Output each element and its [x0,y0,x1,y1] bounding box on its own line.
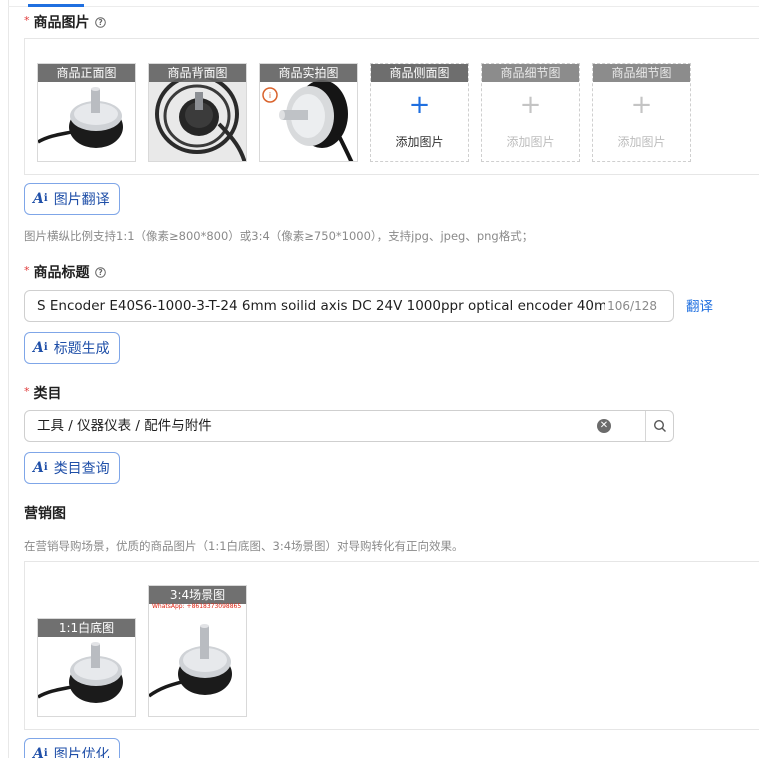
clear-icon[interactable]: ✕ [597,419,611,433]
category-select[interactable]: 工具 / 仪器仪表 / 配件与附件 ✕ [24,410,674,442]
ai-icon: Ai [33,340,48,356]
slot-title: 3:4场景图 [149,586,246,604]
image-slot-detail-1[interactable]: 商品细节图 + 添加图片 [481,63,580,162]
marketing-slot-portrait[interactable]: 3:4场景图 WhatsApp: +8618373098865 [148,585,247,717]
image-optimize-button[interactable]: Ai 图片优化 [24,738,120,758]
plus-icon: + [519,90,542,120]
marketing-panel: 1:1白底图 3:4场景图 WhatsApp: +8618373098865 [24,561,759,730]
help-icon[interactable]: ? [94,16,106,28]
ai-icon: Ai [33,191,48,207]
active-tab-indicator [28,4,84,7]
image-slot-back[interactable]: 商品背面图 [148,63,247,162]
svg-text:?: ? [98,18,102,27]
category-query-button[interactable]: Ai 类目查询 [24,452,120,484]
title-label-text: 商品标题 [33,265,90,281]
plus-icon: + [408,90,431,120]
marketing-hint: 在营销导购场景，优质的商品图片（1:1白底图、3:4场景图）对导购转化有正向效果… [24,539,464,553]
add-image-label: 添加图片 [395,135,444,149]
images-label: * 商品图片 ? [24,12,106,32]
svg-text:i: i [269,91,271,100]
add-image-label: 添加图片 [617,135,666,149]
slot-title: 商品正面图 [38,64,135,82]
marketing-slot-square[interactable]: 1:1白底图 [37,618,136,717]
help-icon[interactable]: ? [94,266,106,278]
slot-title: 商品实拍图 [260,64,357,82]
marketing-label-text: 营销图 [24,506,66,522]
title-input-value: S Encoder E40S6-1000-3-T-24 6mm soilid a… [37,298,605,314]
watermark-text: WhatsApp: +8618373098865 [152,603,242,610]
category-label-text: 类目 [33,386,62,402]
category-label: * 类目 [24,383,62,403]
translate-link[interactable]: 翻译 [686,295,713,315]
title-char-counter: 106/128 [607,299,657,313]
tab-bar-line [8,6,759,7]
plus-icon: + [630,90,653,120]
title-label: * 商品标题 ? [24,262,106,282]
ai-icon: Ai [33,460,48,476]
required-mark: * [24,13,30,27]
slot-title: 商品侧面图 [371,64,468,82]
marketing-label: 营销图 [24,503,66,523]
slot-title: 商品细节图 [482,64,579,82]
image-slot-front[interactable]: 商品正面图 [37,63,136,162]
add-image-label: 添加图片 [506,135,555,149]
image-translate-label: 图片翻译 [53,192,110,208]
images-panel: 商品正面图 商品背面图 i 商品实拍图 商品侧面图 + 添加图片 商品细节图 +… [24,38,759,175]
slot-title: 1:1白底图 [38,619,135,637]
slot-title: 商品细节图 [593,64,690,82]
slot-title: 商品背面图 [149,64,246,82]
image-slot-real[interactable]: i 商品实拍图 [259,63,358,162]
image-slot-detail-2[interactable]: 商品细节图 + 添加图片 [592,63,691,162]
category-value: 工具 / 仪器仪表 / 配件与附件 [37,418,212,434]
ai-icon: Ai [33,746,48,758]
image-slot-side[interactable]: 商品侧面图 + 添加图片 [370,63,469,162]
image-optimize-label: 图片优化 [53,747,110,758]
required-mark: * [24,384,30,398]
images-label-text: 商品图片 [33,15,90,31]
image-translate-button[interactable]: Ai 图片翻译 [24,183,120,215]
title-generate-button[interactable]: Ai 标题生成 [24,332,120,364]
title-generate-label: 标题生成 [53,341,110,357]
title-input[interactable]: S Encoder E40S6-1000-3-T-24 6mm soilid a… [24,290,674,322]
svg-text:?: ? [98,268,102,277]
search-icon[interactable] [646,411,673,441]
images-hint: 图片横纵比例支持1:1（像素≥800*800）或3:4（像素≥750*1000）… [24,229,534,243]
category-query-label: 类目查询 [53,461,110,477]
left-border [8,0,9,758]
required-mark: * [24,263,30,277]
